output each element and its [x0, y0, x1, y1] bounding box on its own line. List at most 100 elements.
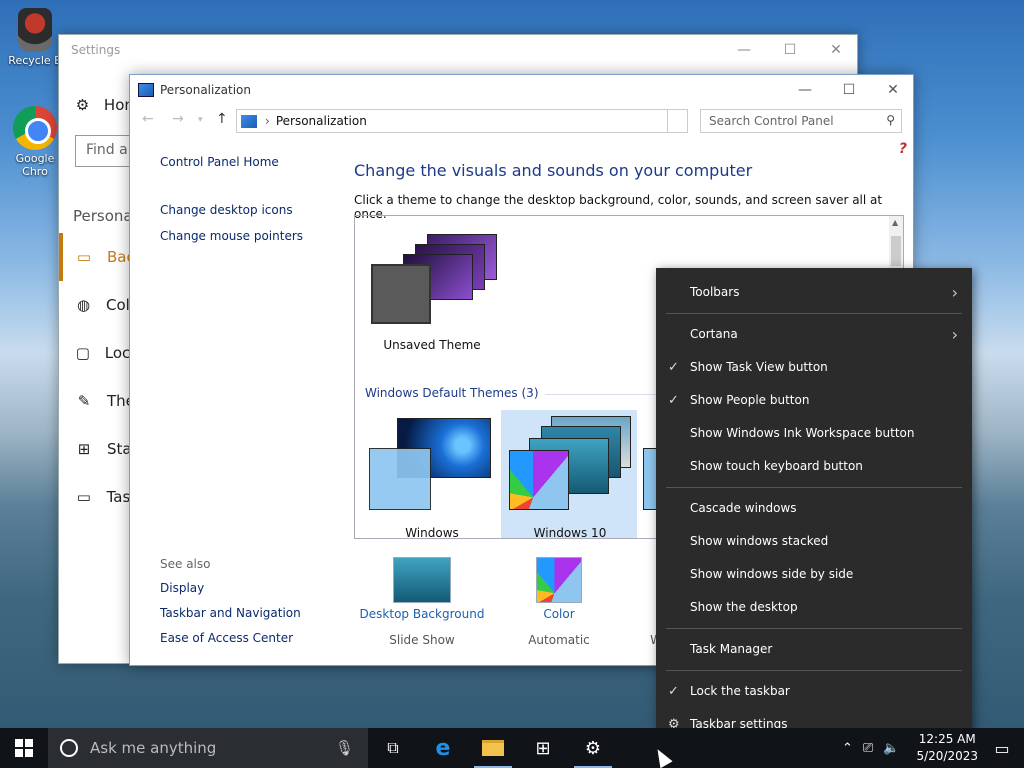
menu-item-show-desktop[interactable]: Show the desktop [656, 592, 972, 622]
start-button[interactable] [0, 728, 48, 768]
menu-item-stacked[interactable]: Show windows stacked [656, 526, 972, 556]
taskbar-context-menu[interactable]: Toolbars › Cortana › ✓ Show Task View bu… [656, 268, 972, 734]
gear-icon: ⚙ [75, 96, 90, 114]
personalization-titlebar[interactable]: Personalization — ☐ ✕ [130, 75, 913, 105]
settings-title: Settings [71, 43, 121, 57]
see-also-header: See also [160, 557, 211, 571]
settings-nav-lock-screen[interactable]: ▢ Lock [59, 329, 139, 377]
page-heading: Change the visuals and sounds on your co… [354, 161, 753, 180]
menu-item-task-manager[interactable]: Task Manager [656, 634, 972, 664]
menu-item-people[interactable]: ✓ Show People button [656, 385, 972, 415]
chevron-right-icon: › [951, 282, 958, 302]
breadcrumb-chevron-icon: › [265, 114, 270, 128]
store-taskbar-button[interactable]: ⊞ [518, 728, 568, 768]
display-link[interactable]: Display [160, 581, 301, 595]
file-explorer-taskbar-button[interactable] [468, 728, 518, 768]
control-panel-search-input[interactable]: Search Control Panel ⚲ [700, 109, 902, 133]
back-arrow-icon[interactable]: ← [142, 111, 154, 127]
microphone-icon[interactable]: 🎙 [335, 739, 354, 757]
clock-date: 5/20/2023 [916, 749, 978, 763]
help-icon[interactable]: ? [899, 141, 907, 157]
chrome-desktop-icon[interactable]: Google Chro [4, 106, 66, 178]
ease-of-access-link[interactable]: Ease of Access Center [160, 631, 301, 645]
change-desktop-icons-link[interactable]: Change desktop icons [160, 203, 303, 217]
menu-item-label: Show windows stacked [690, 534, 829, 548]
recycle-bin-icon [18, 8, 52, 52]
menu-item-label: Show touch keyboard button [690, 459, 863, 473]
clock[interactable]: 12:25 AM 5/20/2023 [916, 731, 978, 765]
menu-item-label: Show the desktop [690, 600, 798, 614]
control-panel-icon [138, 83, 154, 97]
system-tray[interactable]: ⌃ ⎚ 🔈 12:25 AM 5/20/2023 [837, 728, 978, 768]
task-view-button[interactable]: ⧉ [368, 728, 418, 768]
desktop-background-link[interactable]: Desktop Background [354, 607, 490, 621]
lock-screen-icon: ▢ [75, 344, 90, 362]
folder-icon [482, 740, 504, 756]
color-link[interactable]: Color [514, 607, 604, 621]
volume-muted-icon[interactable]: 🔈 [883, 741, 899, 756]
menu-item-side-by-side[interactable]: Show windows side by side [656, 559, 972, 589]
change-mouse-pointers-link[interactable]: Change mouse pointers [160, 229, 303, 243]
theme-thumbnail [367, 226, 497, 330]
picture-icon: ▭ [76, 248, 92, 266]
color-palette-icon [536, 557, 582, 603]
theme-label: Windows 10 [533, 526, 607, 539]
settings-maximize-button[interactable]: ☐ [767, 35, 813, 65]
address-dropdown-button[interactable] [668, 109, 688, 133]
settings-minimize-button[interactable]: — [721, 35, 767, 65]
cp-close-button[interactable]: ✕ [870, 75, 916, 105]
edge-icon: e [435, 735, 451, 761]
scroll-thumb[interactable] [891, 236, 901, 266]
edge-taskbar-button[interactable]: e [418, 728, 468, 768]
taskbar-search-box[interactable]: Ask me anything 🎙 [48, 728, 368, 768]
menu-item-ink-workspace[interactable]: Show Windows Ink Workspace button [656, 418, 972, 448]
forward-arrow-icon[interactable]: → [172, 111, 184, 127]
settings-nav-background[interactable]: ▭ Bac [59, 233, 139, 281]
settings-close-button[interactable]: ✕ [813, 35, 859, 65]
up-arrow-icon[interactable]: ↑ [216, 111, 228, 127]
taskbar-navigation-link[interactable]: Taskbar and Navigation [160, 606, 301, 620]
theme-thumbnail [367, 414, 497, 518]
settings-nav-colors[interactable]: ◍ Colo [59, 281, 139, 329]
theme-thumbnail [505, 414, 635, 518]
menu-item-label: Show Windows Ink Workspace button [690, 426, 915, 440]
network-icon[interactable]: ⎚ [863, 741, 873, 756]
settings-nav-start[interactable]: ⊞ Star [59, 425, 139, 473]
menu-item-cortana[interactable]: Cortana › [656, 319, 972, 349]
settings-find-placeholder: Find a [86, 142, 128, 158]
recycle-bin-label: Recycle B [8, 54, 62, 67]
settings-nav-themes[interactable]: ✎ The [59, 377, 139, 425]
menu-item-label: Show windows side by side [690, 567, 854, 581]
menu-item-lock-taskbar[interactable]: ✓ Lock the taskbar [656, 676, 972, 706]
address-text: Personalization [275, 114, 367, 128]
control-panel-home-link[interactable]: Control Panel Home [160, 155, 303, 169]
cp-maximize-button[interactable]: ☐ [826, 75, 872, 105]
action-center-button[interactable]: ▭ [980, 728, 1024, 768]
settings-taskbar-button[interactable]: ⚙ [568, 728, 618, 768]
settings-home-item[interactable]: ⚙ Hom [59, 81, 139, 129]
settings-section-title: Personal [73, 207, 137, 225]
recycle-bin-desktop-icon[interactable]: Recycle B [4, 2, 66, 67]
unsaved-theme-tile[interactable]: Unsaved Theme [367, 226, 497, 352]
windows10-theme-tile[interactable]: Windows 10 [505, 414, 635, 539]
recent-dropdown-icon[interactable]: ▾ [198, 115, 203, 125]
address-bar[interactable]: › Personalization [236, 109, 668, 133]
store-icon: ⊞ [535, 737, 551, 759]
settings-nav-taskbar[interactable]: ▭ Task [59, 473, 139, 521]
menu-item-task-view[interactable]: ✓ Show Task View button [656, 352, 972, 382]
menu-item-touch-keyboard[interactable]: Show touch keyboard button [656, 451, 972, 481]
windows-logo-icon [15, 739, 33, 757]
theme-label: Unsaved Theme [383, 338, 481, 352]
desktop-background-item[interactable]: Desktop Background Slide Show [354, 557, 490, 647]
gear-icon: ⚙ [584, 737, 602, 759]
color-item[interactable]: Color Automatic [514, 557, 604, 647]
windows-theme-tile[interactable]: Windows [367, 414, 497, 538]
taskbar[interactable]: Ask me anything 🎙 ⧉ e ⊞ ⚙ ⌃ ⎚ 🔈 12:25 AM… [0, 728, 1024, 768]
menu-item-cascade[interactable]: Cascade windows [656, 493, 972, 523]
clock-time: 12:25 AM [918, 732, 976, 746]
menu-item-toolbars[interactable]: Toolbars › [656, 277, 972, 307]
scroll-up-icon[interactable]: ▲ [892, 218, 898, 227]
menu-item-label: Show Task View button [690, 360, 828, 374]
cp-minimize-button[interactable]: — [782, 75, 828, 105]
chevron-up-icon[interactable]: ⌃ [842, 741, 853, 756]
